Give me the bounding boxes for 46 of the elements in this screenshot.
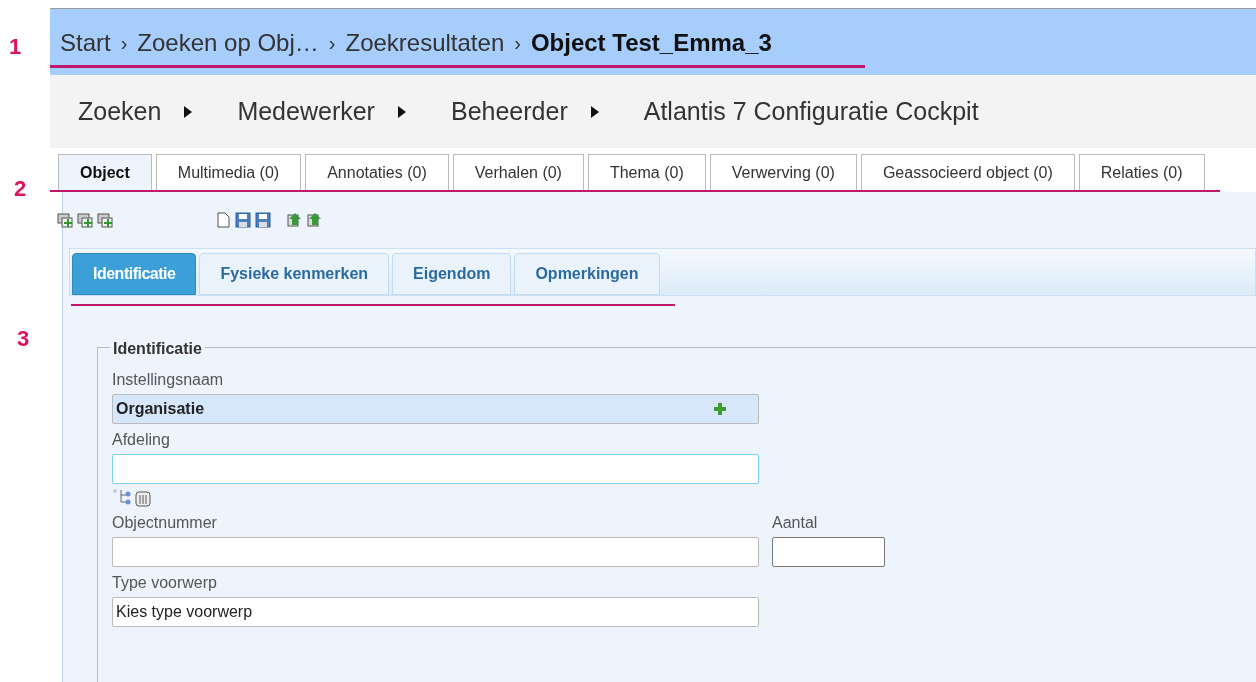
field-label: Type voorwerp (112, 573, 218, 593)
field-label: Instellingsnaam (112, 370, 225, 390)
subtab[interactable]: Fysieke kenmerken (199, 253, 390, 295)
field-label: Afdeling (112, 430, 171, 450)
tab[interactable]: Geassocieerd object (0) (860, 154, 1075, 190)
menu-item[interactable]: Medewerker (237, 92, 407, 131)
new-page-icon[interactable] (214, 211, 232, 229)
tab[interactable]: Multimedia (0) (155, 154, 302, 190)
breadcrumb-link[interactable]: Start (60, 24, 111, 61)
input-field[interactable]: Kies type voorwerp (112, 597, 759, 627)
tree-database-icon[interactable] (112, 487, 152, 507)
annotation-number: 2 (14, 175, 27, 203)
annotation-number: 3 (17, 325, 30, 353)
subtab[interactable]: Opmerkingen (514, 253, 660, 295)
subtab[interactable]: Eigendom (392, 253, 512, 295)
breadcrumb-separator: › (120, 30, 128, 56)
field-label: Objectnummer (112, 513, 218, 533)
plus-icon[interactable] (713, 402, 727, 416)
tab[interactable]: Thema (0) (587, 154, 706, 190)
save-as-icon[interactable] (254, 211, 272, 229)
input-field[interactable] (112, 537, 759, 567)
tab[interactable]: Relaties (0) (1078, 154, 1205, 190)
tab[interactable]: Object (58, 154, 152, 190)
tab[interactable]: Verhalen (0) (452, 154, 584, 190)
menu-item[interactable]: Atlantis 7 Configuratie Cockpit (643, 92, 979, 131)
caret-icon (183, 104, 194, 119)
breadcrumb-link[interactable]: Zoekresultaten (345, 24, 505, 61)
add-icon[interactable] (56, 211, 74, 229)
save-icon[interactable] (234, 211, 252, 229)
input-field[interactable] (772, 537, 885, 567)
field-label: Aantal (772, 513, 819, 533)
input-field[interactable] (112, 454, 759, 484)
menu-item[interactable]: Zoeken (78, 92, 194, 131)
field-value: Kies type voorwerp (116, 602, 253, 622)
export-icon[interactable] (306, 211, 324, 229)
breadcrumb-link[interactable]: Zoeken op Obj… (137, 24, 319, 61)
menu-item[interactable]: Beheerder (450, 92, 600, 131)
lookup-field[interactable]: Organisatie (112, 394, 759, 424)
caret-icon (589, 104, 600, 119)
caret-icon (396, 104, 407, 119)
breadcrumb-separator: › (514, 30, 521, 56)
annotation-number: 1 (9, 33, 22, 61)
tab[interactable]: Annotaties (0) (305, 154, 449, 190)
tab[interactable]: Verwerving (0) (709, 154, 857, 190)
breadcrumb-separator: › (328, 30, 336, 56)
field-value: Organisatie (116, 399, 205, 419)
